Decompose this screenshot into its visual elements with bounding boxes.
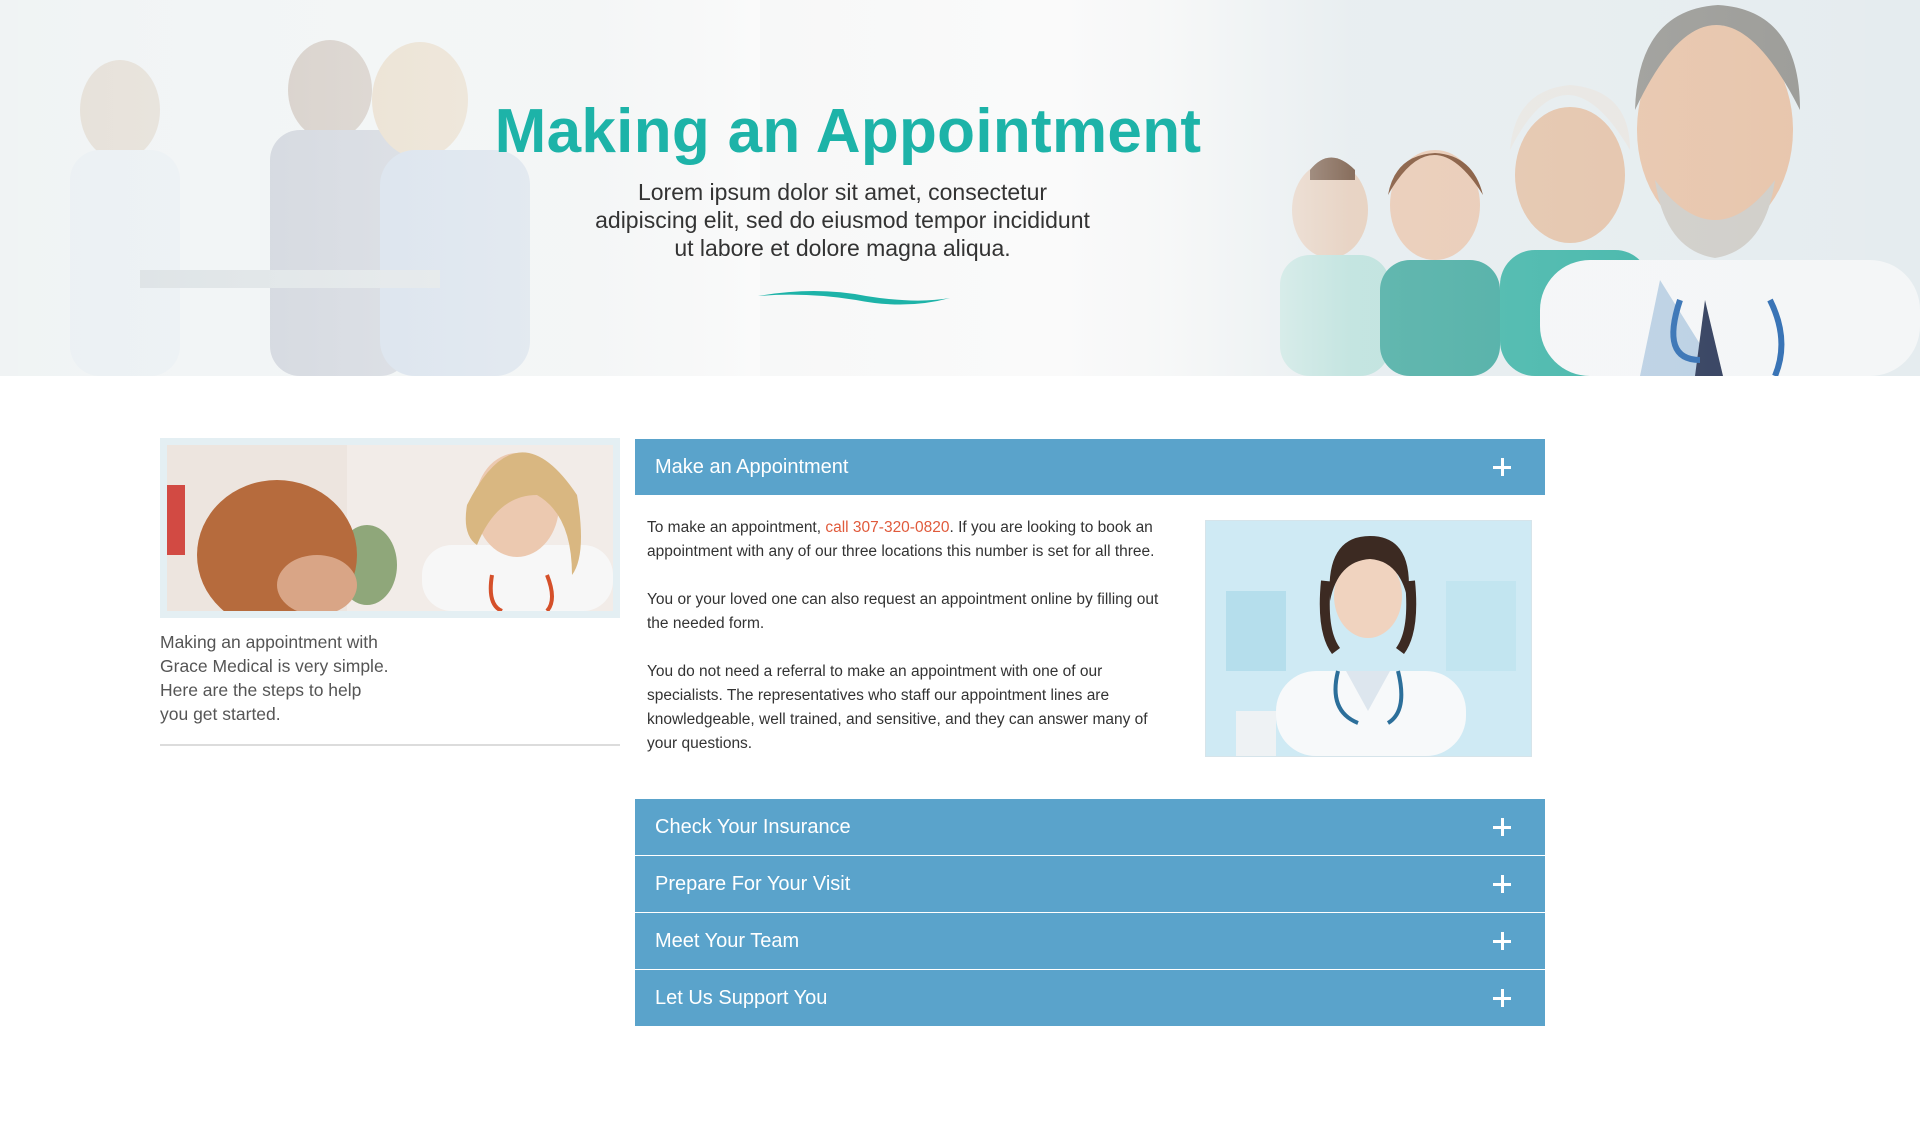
consultation-photo <box>160 438 620 618</box>
accordion-header-support[interactable]: Let Us Support You <box>635 970 1545 1026</box>
accordion-panel-make-appointment: To make an appointment, call 307-320-082… <box>647 516 1177 780</box>
accordion-header-label: Let Us Support You <box>655 986 828 1009</box>
appointment-paragraph: You do not need a referral to make an ap… <box>647 663 1148 752</box>
call-phone-link[interactable]: call 307-320-0820 <box>825 519 949 536</box>
hero-subtitle-line: Lorem ipsum dolor sit amet, consectetur <box>637 179 1048 205</box>
divider <box>160 744 620 746</box>
hero-doctors-photo <box>1160 0 1920 376</box>
plus-icon <box>1493 875 1511 893</box>
accordion-header-label: Check Your Insurance <box>655 815 851 838</box>
accordion-header-make-appointment[interactable]: Make an Appointment <box>635 439 1545 495</box>
appointment-paragraph: To make an appointment, call 307-320-082… <box>647 516 1177 564</box>
paragraph-text: To make an appointment, <box>647 519 826 536</box>
decorative-swoosh <box>758 291 950 305</box>
hero-banner: Making an Appointment Lorem ipsum dolor … <box>0 0 1920 376</box>
accordion-header-check-insurance[interactable]: Check Your Insurance <box>635 799 1545 855</box>
appointment-paragraph: You or your loved one can also request a… <box>647 591 1159 632</box>
accordion-header-meet-team[interactable]: Meet Your Team <box>635 913 1545 969</box>
intro-text: Making an appointment with Grace Medical… <box>160 630 420 726</box>
plus-icon <box>1493 989 1511 1007</box>
hero-subtitle-line: adipiscing elit, sed do eiusmod tempor i… <box>595 207 1090 233</box>
intro-line: Grace Medical is very simple. <box>160 656 389 676</box>
doctor-image <box>1206 521 1531 756</box>
doctor-photo <box>1205 520 1532 757</box>
plus-icon <box>1493 818 1511 836</box>
accordion-header-label: Prepare For Your Visit <box>655 872 851 895</box>
hero-subtitle-line: ut labore et dolore magna aliqua. <box>674 235 1011 261</box>
page-title: Making an Appointment <box>494 97 1202 166</box>
intro-line: you get started. <box>160 704 281 724</box>
accordion-header-label: Meet Your Team <box>655 929 800 952</box>
accordion-header-label: Make an Appointment <box>655 455 849 478</box>
hero-subtitle: Lorem ipsum dolor sit amet, consectetur … <box>560 178 1125 262</box>
intro-line: Here are the steps to help <box>160 680 362 700</box>
intro-line: Making an appointment with <box>160 632 378 652</box>
accordion-header-prepare-visit[interactable]: Prepare For Your Visit <box>635 856 1545 912</box>
plus-icon <box>1493 458 1511 476</box>
plus-icon <box>1493 932 1511 950</box>
consultation-image <box>167 445 613 611</box>
